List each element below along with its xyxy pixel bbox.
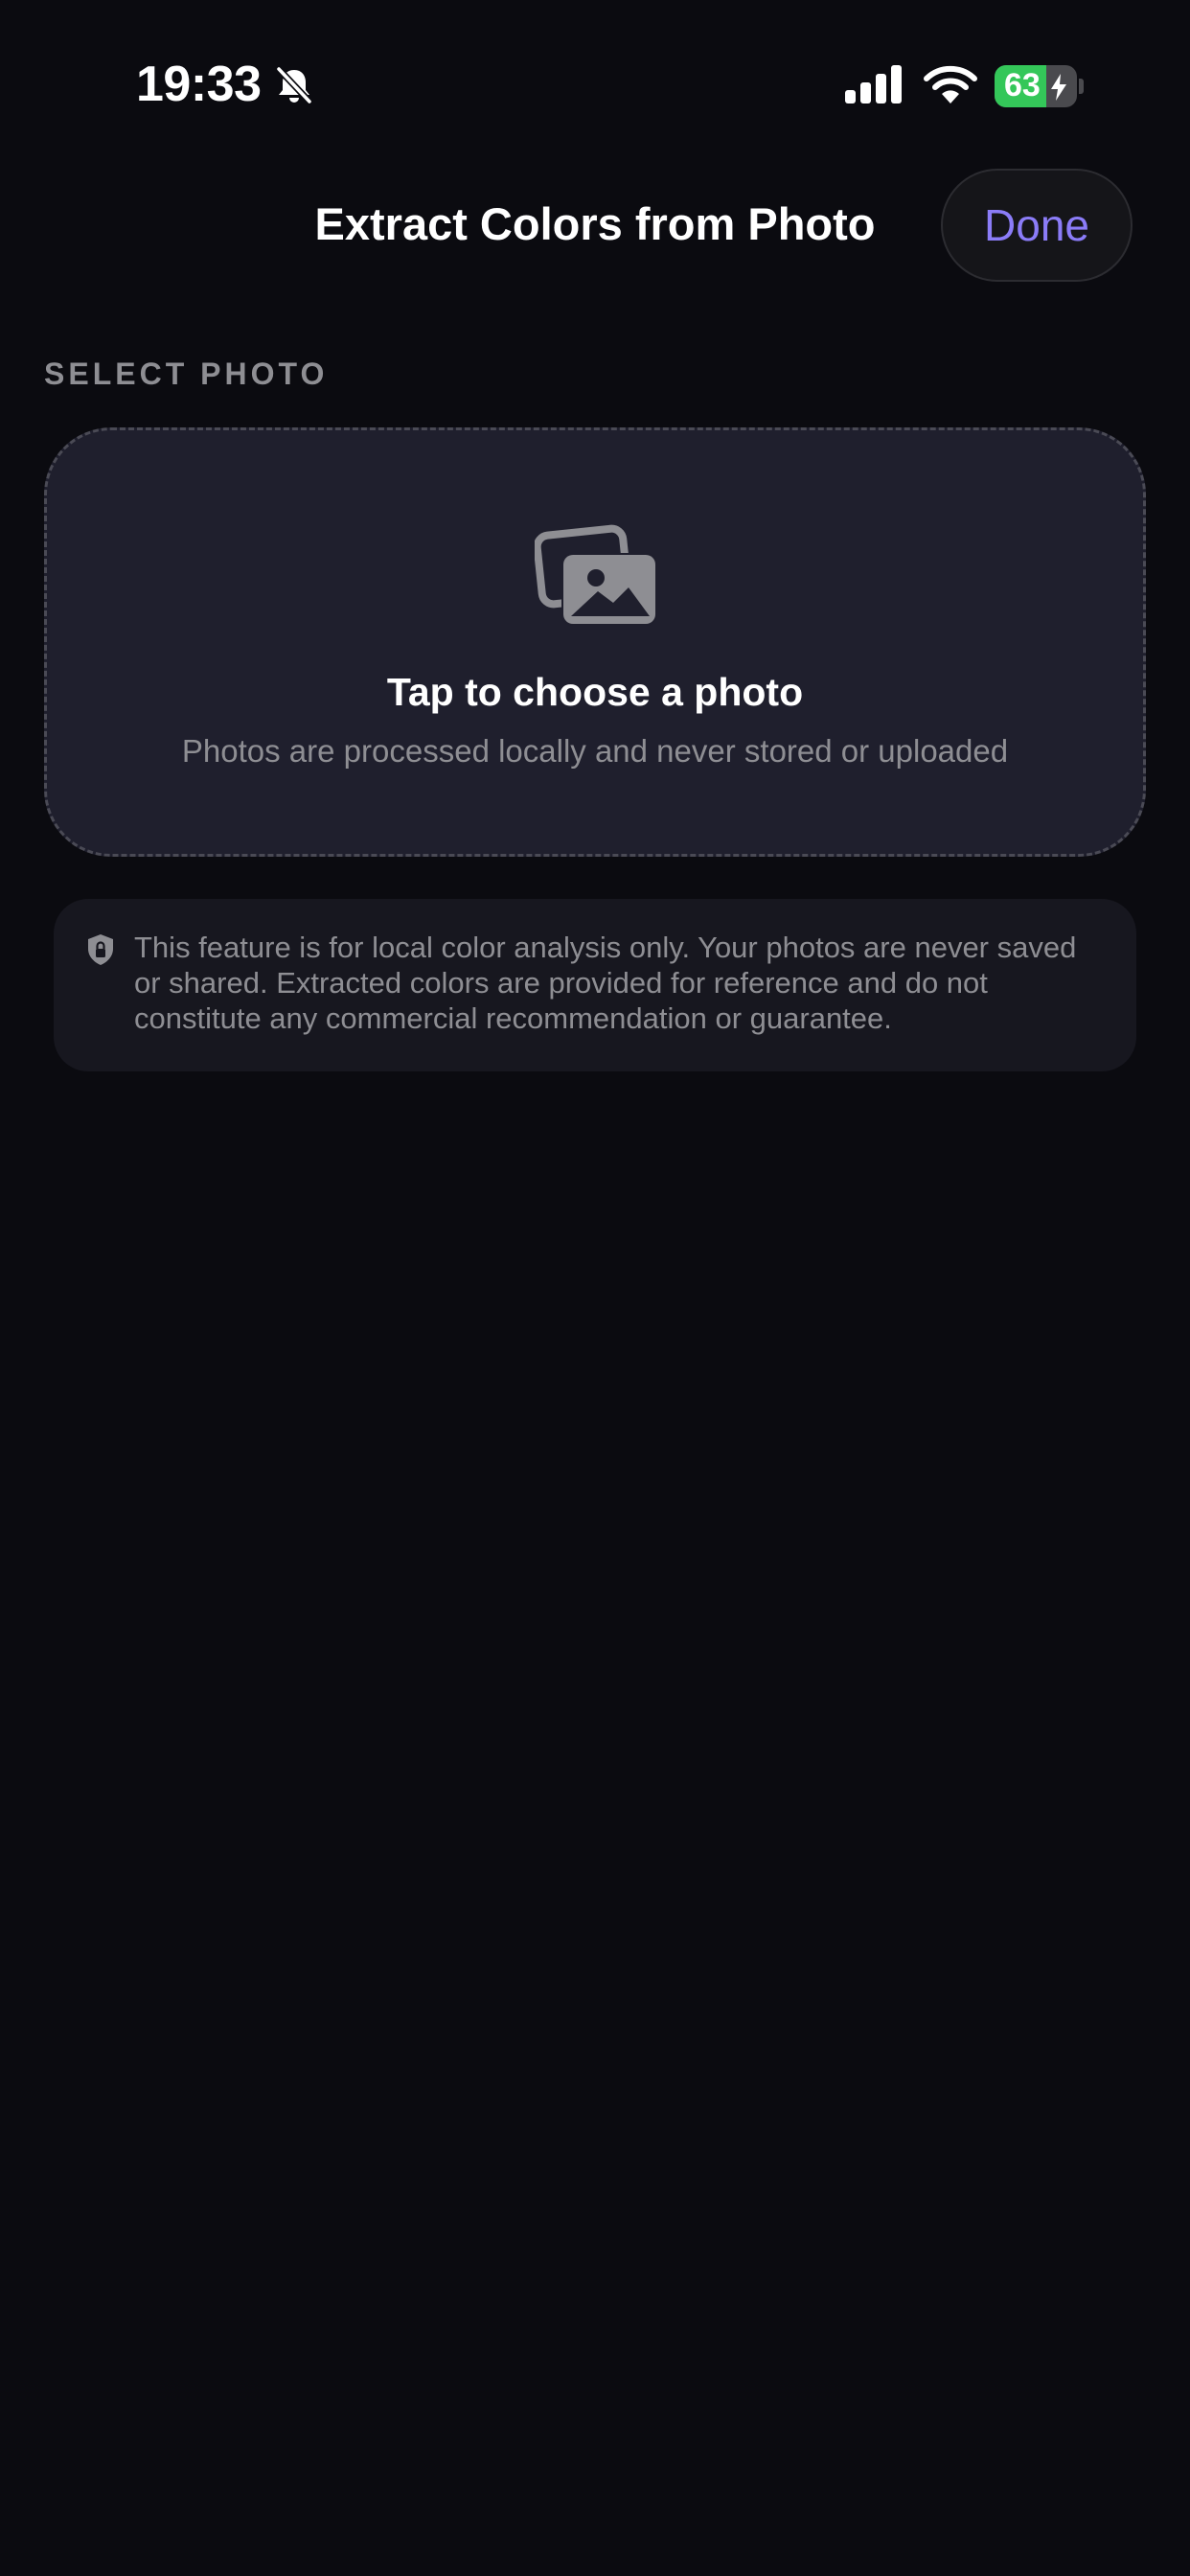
battery-percent: 63 — [1004, 67, 1041, 104]
status-time: 19:33 — [136, 57, 262, 112]
privacy-notice: This feature is for local color analysis… — [54, 899, 1136, 1071]
photos-icon — [535, 524, 657, 626]
status-bar: 19:33 63 — [0, 0, 1190, 172]
battery-indicator: 63 — [995, 65, 1077, 107]
shield-lock-icon — [88, 934, 113, 965]
bell-slash-icon — [275, 65, 313, 105]
photo-picker[interactable]: Tap to choose a photo Photos are process… — [44, 427, 1146, 857]
picker-subtitle: Photos are processed locally and never s… — [181, 733, 1009, 769]
wifi-icon — [924, 65, 977, 104]
done-button[interactable]: Done — [941, 169, 1133, 282]
battery-cap — [1079, 79, 1084, 94]
section-label: SELECT PHOTO — [44, 356, 329, 391]
charging-bolt-icon — [1051, 74, 1066, 101]
cellular-signal-icon — [845, 65, 902, 104]
picker-title: Tap to choose a photo — [386, 670, 804, 714]
notice-text: This feature is for local color analysis… — [134, 931, 1077, 1035]
